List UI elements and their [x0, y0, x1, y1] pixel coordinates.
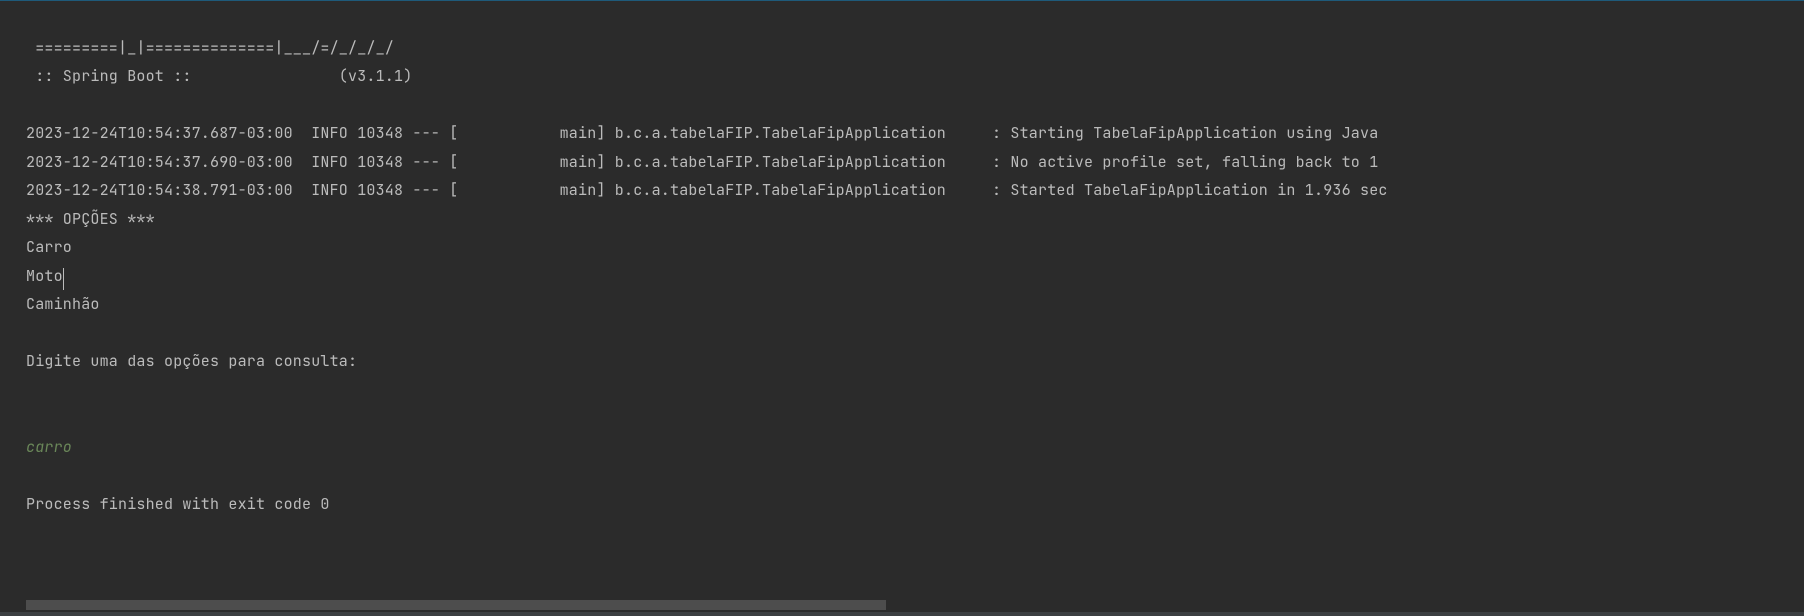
log-line: 2023-12-24T10:54:37.690-03:00 INFO 10348…: [26, 148, 1804, 177]
prompt-line: Digite uma das opções para consulta:: [26, 347, 1804, 376]
horizontal-scrollbar[interactable]: [26, 600, 886, 610]
banner-line: =========|_|==============|___/=/_/_/_/: [26, 34, 1804, 63]
option-item: Caminhão: [26, 290, 1804, 319]
option-item: Carro: [26, 233, 1804, 262]
bottom-status-bar: [0, 612, 1804, 616]
console-output[interactable]: =========|_|==============|___/=/_/_/_/ …: [0, 1, 1804, 596]
blank-line: [26, 461, 1804, 490]
log-line: 2023-12-24T10:54:37.687-03:00 INFO 10348…: [26, 119, 1804, 148]
console-panel: =========|_|==============|___/=/_/_/_/ …: [0, 0, 1804, 616]
blank-line: [26, 319, 1804, 348]
user-input-line: carro: [26, 433, 1804, 462]
banner-line: :: Spring Boot :: (v3.1.1): [26, 62, 1804, 91]
option-item: Moto: [26, 262, 1804, 291]
exit-message: Process finished with exit code 0: [26, 490, 1804, 519]
options-header: *** OPÇÕES ***: [26, 205, 1804, 234]
blank-line: [26, 404, 1804, 433]
blank-line: [26, 376, 1804, 405]
cursor-position: Moto: [26, 266, 63, 286]
log-line: 2023-12-24T10:54:38.791-03:00 INFO 10348…: [26, 176, 1804, 205]
blank-line: [26, 91, 1804, 120]
